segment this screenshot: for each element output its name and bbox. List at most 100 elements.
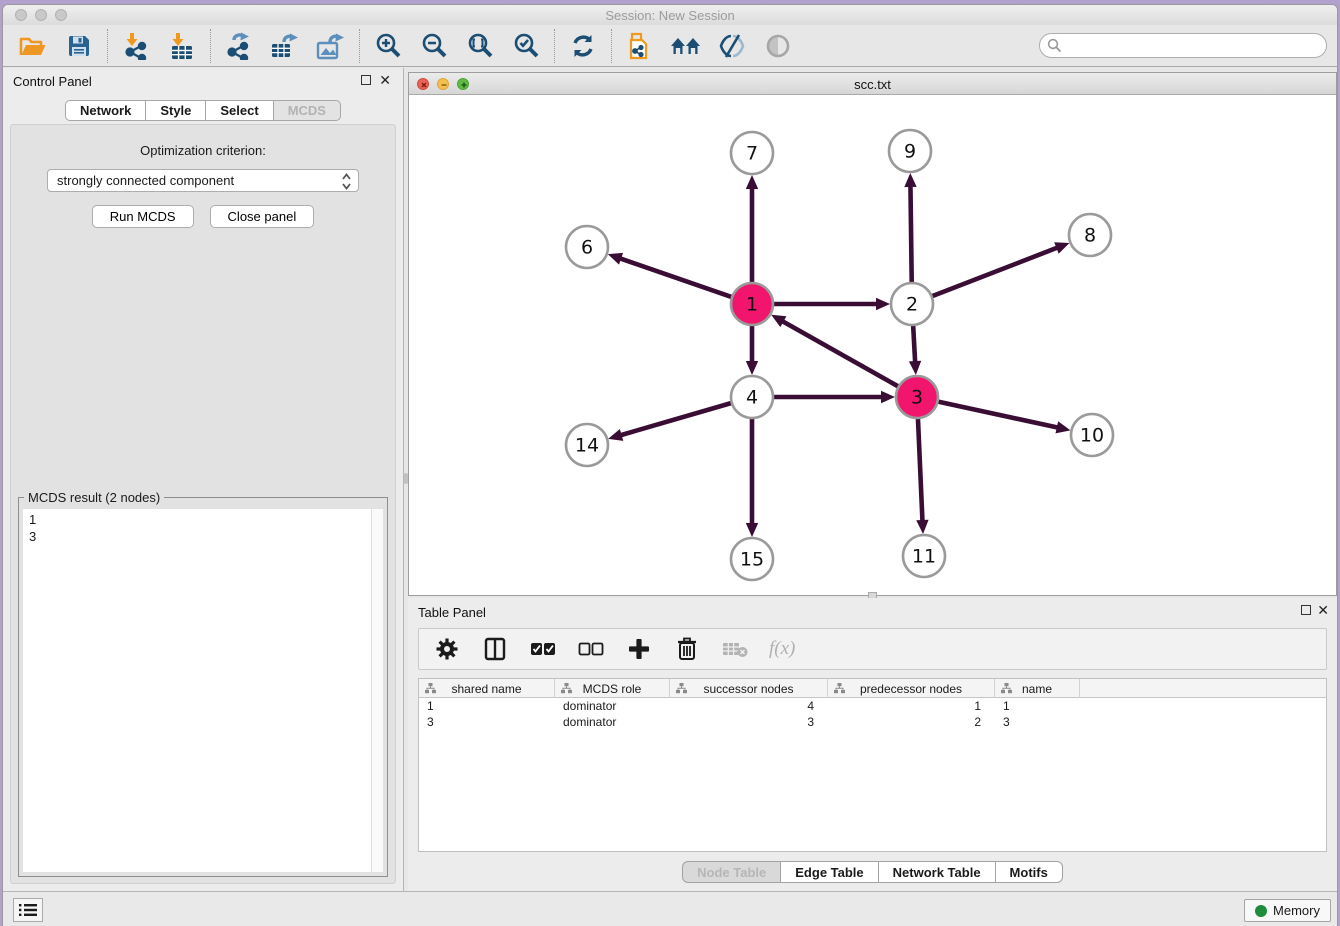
graph-node-label: 2 <box>906 294 918 316</box>
column-header-predecessor-nodes[interactable]: predecessor nodes <box>828 679 995 698</box>
criterion-select[interactable]: strongly connected component <box>47 169 359 192</box>
memory-label: Memory <box>1273 903 1320 918</box>
column-header-shared-name[interactable]: shared name <box>419 679 555 698</box>
export-network-button[interactable] <box>223 31 255 61</box>
edge-2-8[interactable] <box>932 247 1059 296</box>
export-table-icon <box>270 32 300 60</box>
function-builder-button[interactable]: f(x) <box>769 635 795 663</box>
edge-arrowhead <box>1056 421 1071 433</box>
table-settings-button[interactable] <box>433 635 461 663</box>
graph-node-label: 6 <box>581 237 593 259</box>
import-table-button[interactable] <box>166 31 198 61</box>
close-panel-button[interactable]: Close panel <box>210 205 315 228</box>
table-toolbar: f(x) <box>418 628 1327 670</box>
table-cell[interactable]: dominator <box>555 698 670 714</box>
tab-network[interactable]: Network <box>65 100 146 121</box>
tab-node-table[interactable]: Node Table <box>682 861 781 883</box>
window-title: Session: New Session <box>3 8 1337 23</box>
search-input[interactable] <box>1039 33 1327 58</box>
edge-4-14[interactable] <box>620 403 732 436</box>
edge-2-9[interactable] <box>910 185 911 283</box>
tab-edge-table[interactable]: Edge Table <box>781 861 878 883</box>
column-header-mcds-role[interactable]: MCDS role <box>555 679 670 698</box>
edge-arrowhead <box>1054 242 1069 254</box>
edge-2-3[interactable] <box>913 325 915 363</box>
edge-3-11[interactable] <box>918 418 923 522</box>
float-table-panel-icon[interactable] <box>1301 605 1311 615</box>
hide-graphics-button[interactable] <box>716 31 748 61</box>
mcds-result-item[interactable]: 1 <box>29 511 371 528</box>
control-panel-tabs: NetworkStyleSelectMCDS <box>3 100 403 121</box>
float-panel-icon[interactable] <box>361 75 371 85</box>
eye-disabled-icon <box>765 33 791 59</box>
export-image-button[interactable] <box>315 31 347 61</box>
mcds-result-list[interactable]: 13 <box>23 509 371 872</box>
edge-3-1[interactable] <box>782 321 899 387</box>
table-cell[interactable]: 4 <box>670 698 828 714</box>
edge-arrowhead <box>746 523 758 537</box>
column-type-icon <box>1001 683 1012 694</box>
table-row[interactable]: 3dominator323 <box>419 714 1326 730</box>
tab-mcds[interactable]: MCDS <box>274 100 341 121</box>
column-header-successor-nodes[interactable]: successor nodes <box>670 679 828 698</box>
zoom-out-button[interactable] <box>418 31 450 61</box>
tab-select[interactable]: Select <box>206 100 273 121</box>
run-mcds-button[interactable]: Run MCDS <box>92 205 194 228</box>
delete-column-button[interactable] <box>673 635 701 663</box>
column-type-icon <box>834 683 845 694</box>
graph-node-label: 10 <box>1080 425 1104 447</box>
show-column-panel-button[interactable] <box>481 635 509 663</box>
open-session-button[interactable] <box>17 31 49 61</box>
table-cell[interactable]: 3 <box>670 714 828 730</box>
add-column-button[interactable] <box>625 635 653 663</box>
edge-1-6[interactable] <box>619 258 732 297</box>
table-cell[interactable]: dominator <box>555 714 670 730</box>
zoom-in-button[interactable] <box>372 31 404 61</box>
column-label: successor nodes <box>703 682 793 696</box>
edge-arrowhead <box>746 361 758 375</box>
node-table-body: 1dominator4113dominator323 <box>419 698 1326 730</box>
zoom-selected-button[interactable] <box>510 31 542 61</box>
table-row[interactable]: 1dominator411 <box>419 698 1326 714</box>
table-cell[interactable]: 1 <box>419 698 555 714</box>
mcds-result-scrollbar[interactable] <box>371 509 383 872</box>
table-cell[interactable]: 3 <box>995 714 1080 730</box>
function-builder-label: f(x) <box>769 638 795 660</box>
memory-button[interactable]: Memory <box>1244 899 1331 922</box>
export-table-button[interactable] <box>269 31 301 61</box>
save-session-button[interactable] <box>63 31 95 61</box>
column-header-name[interactable]: name <box>995 679 1080 698</box>
column-label: predecessor nodes <box>860 682 962 696</box>
tab-network-table[interactable]: Network Table <box>879 861 996 883</box>
table-cell[interactable]: 1 <box>995 698 1080 714</box>
column-type-icon <box>676 683 687 694</box>
table-panel-title: Table Panel <box>418 605 486 620</box>
zoom-fit-button[interactable] <box>464 31 496 61</box>
tab-style[interactable]: Style <box>146 100 206 121</box>
tab-motifs[interactable]: Motifs <box>996 861 1063 883</box>
import-network-icon <box>122 32 150 60</box>
refresh-view-button[interactable] <box>567 31 599 61</box>
close-panel-icon[interactable]: ✕ <box>379 73 391 87</box>
import-network-button[interactable] <box>120 31 152 61</box>
home-layout-button[interactable] <box>670 31 702 61</box>
column-type-icon <box>561 683 572 694</box>
close-table-panel-icon[interactable]: ✕ <box>1317 603 1329 617</box>
select-all-button[interactable] <box>529 635 557 663</box>
delete-table-button[interactable] <box>721 635 749 663</box>
table-cell[interactable]: 3 <box>419 714 555 730</box>
table-cell[interactable]: 1 <box>828 698 995 714</box>
mcds-result-item[interactable]: 3 <box>29 528 371 545</box>
select-all-icon <box>530 642 556 656</box>
main-toolbar <box>3 25 1337 67</box>
clone-network-button[interactable] <box>624 31 656 61</box>
edge-3-10[interactable] <box>938 401 1059 427</box>
table-panel-tabs: Node TableEdge TableNetwork TableMotifs <box>408 861 1337 883</box>
table-cell[interactable]: 2 <box>828 714 995 730</box>
control-panel: Control Panel ✕ NetworkStyleSelectMCDS O… <box>3 68 404 891</box>
task-history-button[interactable] <box>13 898 43 922</box>
eye-disabled-button[interactable] <box>762 31 794 61</box>
network-graph[interactable]: 7968124314101511 <box>409 95 1336 595</box>
table-panel-header: Table Panel ✕ <box>408 598 1337 624</box>
deselect-all-button[interactable] <box>577 635 605 663</box>
